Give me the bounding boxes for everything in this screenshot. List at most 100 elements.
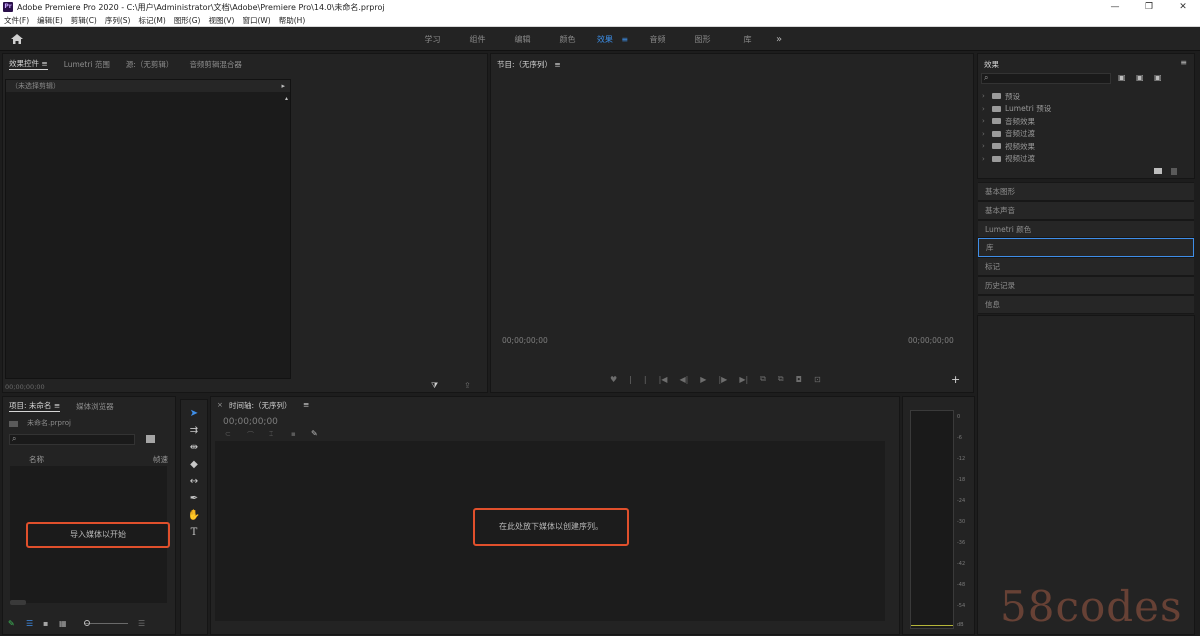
workspace-tab-editing[interactable]: 编辑	[500, 34, 545, 45]
effects-search-input[interactable]: ⌕	[981, 73, 1111, 84]
add-marker-icon[interactable]: ⌶	[269, 430, 273, 439]
tab-effect-controls[interactable]: 效果控件 ≡	[9, 58, 48, 70]
mark-in-icon[interactable]: |	[629, 375, 632, 384]
workspace-tab-libraries[interactable]: 库	[725, 34, 770, 45]
scroll-up-icon[interactable]: ▴	[285, 95, 288, 102]
add-marker-icon[interactable]: ♥	[610, 375, 617, 384]
menu-markers[interactable]: 标记(M)	[138, 15, 165, 26]
panel-libraries[interactable]: 库	[978, 238, 1194, 258]
program-menu-icon[interactable]: ≡	[554, 60, 560, 69]
panel-menu-icon[interactable]: ≡	[41, 59, 47, 68]
zoom-slider[interactable]	[84, 623, 128, 624]
menu-clip[interactable]: 剪辑(C)	[71, 15, 97, 26]
yuv-effects-icon[interactable]: ▣	[1154, 73, 1162, 82]
chevron-right-icon[interactable]: ›	[982, 130, 992, 138]
wrench-icon[interactable]: ✎	[311, 429, 318, 438]
effects-folder-lumetri-presets[interactable]: › Lumetri 预设	[982, 103, 1192, 116]
project-scrollbar[interactable]	[10, 600, 26, 605]
maximize-button[interactable]: ❐	[1132, 0, 1166, 14]
snap-icon[interactable]: ⊂	[225, 430, 231, 438]
close-tab-icon[interactable]: ×	[217, 401, 223, 409]
razor-tool-icon[interactable]: ◆	[187, 458, 201, 472]
workspace-tab-color[interactable]: 颜色	[545, 34, 590, 45]
project-menu-icon[interactable]: ≡	[54, 401, 60, 410]
panel-lumetri-color[interactable]: Lumetri 颜色	[978, 219, 1194, 239]
expand-arrow-icon[interactable]: ▸	[281, 80, 285, 92]
effects-folder-audio-transitions[interactable]: › 音频过渡	[982, 128, 1192, 141]
workspace-tab-assembly[interactable]: 组件	[455, 34, 500, 45]
chevron-right-icon[interactable]: ›	[982, 92, 992, 100]
project-search-input[interactable]: ⌕	[9, 434, 135, 445]
workspace-more-icon[interactable]: »	[776, 34, 782, 45]
column-name[interactable]: 名称	[29, 454, 44, 465]
step-back-icon[interactable]: ◀|	[679, 375, 688, 384]
captions-icon[interactable]: ▪	[291, 430, 296, 438]
workspace-tab-graphics[interactable]: 图形	[680, 34, 725, 45]
timeline-timecode[interactable]: 00;00;00;00	[223, 417, 278, 427]
sort-icon[interactable]: ☰	[138, 619, 145, 628]
menu-edit[interactable]: 编辑(E)	[37, 15, 63, 26]
list-view-icon[interactable]: ☰	[26, 619, 33, 628]
panel-essential-sound[interactable]: 基本声音	[978, 200, 1194, 220]
menu-help[interactable]: 帮助(H)	[279, 15, 306, 26]
selection-tool-icon[interactable]: ➤	[187, 407, 201, 421]
chevron-right-icon[interactable]: ›	[982, 105, 992, 113]
export-frame-icon[interactable]: ◘	[796, 375, 802, 384]
filter-icon[interactable]: ⧩	[431, 381, 438, 391]
freeform-view-icon[interactable]: ▦	[59, 619, 67, 628]
play-icon[interactable]: ▶	[700, 375, 706, 384]
menu-graphics[interactable]: 图形(G)	[174, 15, 201, 26]
pencil-icon[interactable]: ✎	[8, 619, 15, 628]
linked-selection-icon[interactable]: ⌒	[247, 430, 254, 440]
timeline-menu-icon[interactable]: ≡	[303, 400, 309, 409]
go-to-out-icon[interactable]: ▶|	[739, 375, 748, 384]
comparison-view-icon[interactable]: ⊡	[814, 375, 821, 384]
type-tool-icon[interactable]: T	[187, 526, 201, 540]
export-icon[interactable]: ⇪	[464, 381, 471, 390]
panel-info[interactable]: 信息	[978, 294, 1194, 314]
go-to-in-icon[interactable]: |◀	[659, 375, 668, 384]
chevron-right-icon[interactable]: ›	[982, 155, 992, 163]
new-bin-icon[interactable]	[1154, 168, 1162, 174]
slip-tool-icon[interactable]: ↔	[187, 475, 201, 489]
delete-icon[interactable]	[1171, 168, 1177, 175]
track-select-tool-icon[interactable]: ⇉	[187, 424, 201, 438]
accelerated-effects-icon[interactable]: ▣	[1118, 73, 1126, 82]
tab-effects[interactable]: 效果	[984, 59, 999, 70]
workspace-tab-audio[interactable]: 音频	[635, 34, 680, 45]
effects-folder-video-transitions[interactable]: › 视频过渡	[982, 153, 1192, 166]
tab-lumetri-scopes[interactable]: Lumetri 范围	[64, 59, 110, 70]
extract-icon[interactable]: ⧉	[778, 374, 784, 384]
menu-sequence[interactable]: 序列(S)	[105, 15, 131, 26]
panel-essential-graphics[interactable]: 基本图形	[978, 182, 1194, 201]
workspace-tab-learning[interactable]: 学习	[410, 34, 455, 45]
mark-out-icon[interactable]: |	[644, 375, 647, 384]
effects-folder-audio-effects[interactable]: › 音频效果	[982, 115, 1192, 128]
tab-project[interactable]: 项目: 未命名 ≡	[9, 400, 61, 412]
zoom-slider-handle[interactable]	[84, 620, 90, 626]
menu-window[interactable]: 窗口(W)	[242, 15, 270, 26]
timeline-title[interactable]: 时间轴:（无序列）	[229, 400, 292, 411]
workspace-menu-icon[interactable]: ≡	[621, 35, 628, 44]
chevron-right-icon[interactable]: ›	[982, 117, 992, 125]
effects-folder-video-effects[interactable]: › 视频效果	[982, 140, 1192, 153]
panel-history[interactable]: 历史记录	[978, 275, 1194, 295]
tab-program[interactable]: 节目:（无序列） ≡	[497, 59, 561, 70]
ripple-edit-tool-icon[interactable]: ⇹	[187, 441, 201, 455]
32bit-effects-icon[interactable]: ▣	[1136, 73, 1144, 82]
effects-menu-icon[interactable]: ≡	[1180, 58, 1187, 67]
menu-file[interactable]: 文件(F)	[4, 15, 29, 26]
home-icon[interactable]	[10, 33, 24, 45]
minimize-button[interactable]: —	[1098, 0, 1132, 14]
tab-audio-clip-mixer[interactable]: 音频剪辑混合器	[189, 59, 242, 70]
button-editor-icon[interactable]: +	[951, 373, 960, 386]
column-frame-rate[interactable]: 帧速	[153, 454, 168, 465]
tab-media-browser[interactable]: 媒体浏览器	[76, 401, 114, 412]
tab-source[interactable]: 源:（无剪辑）	[126, 59, 174, 70]
panel-markers[interactable]: 标记	[978, 257, 1194, 276]
menu-view[interactable]: 视图(V)	[208, 15, 234, 26]
lift-icon[interactable]: ⧉	[760, 374, 766, 384]
workspace-tab-effects[interactable]: 效果 ≡	[590, 34, 635, 45]
effects-folder-presets[interactable]: › 预设	[982, 90, 1192, 103]
close-window-button[interactable]: ✕	[1166, 0, 1200, 14]
